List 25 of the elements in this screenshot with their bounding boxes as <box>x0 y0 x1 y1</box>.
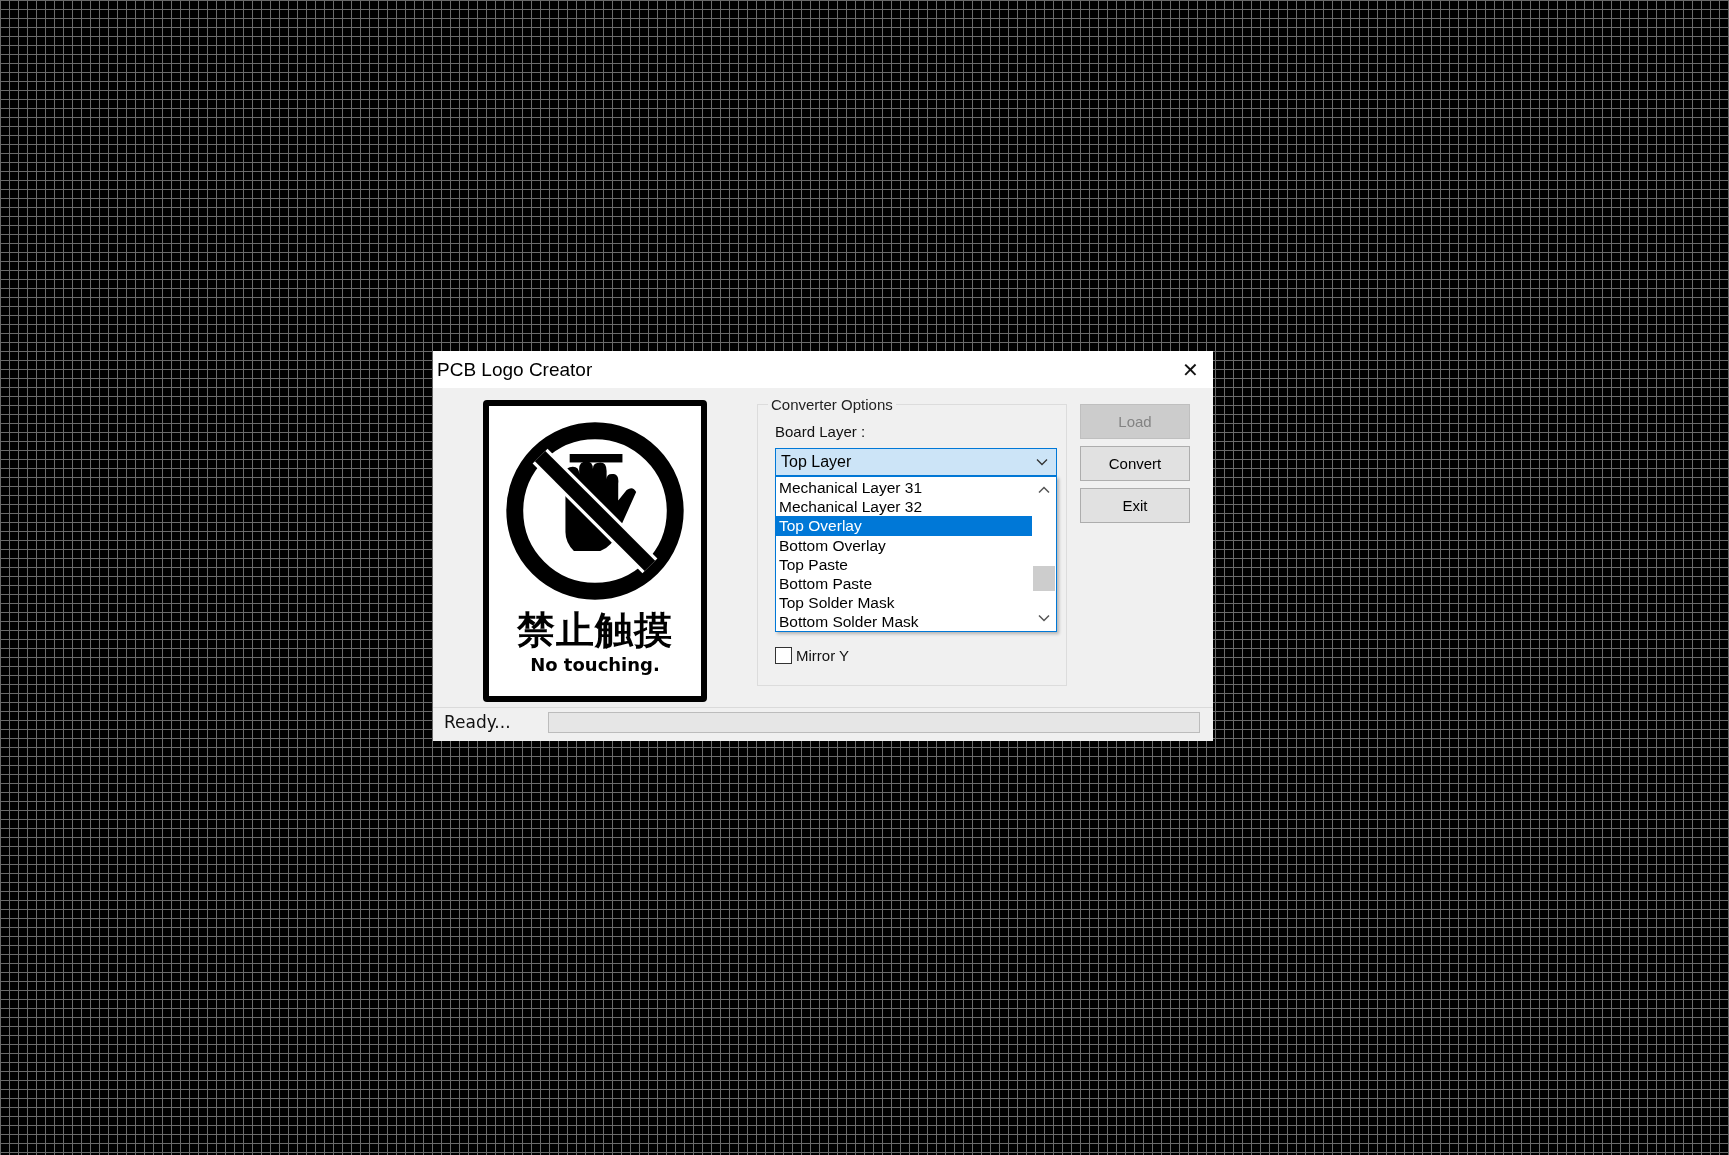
window-title: PCB Logo Creator <box>436 358 593 381</box>
scrollbar[interactable] <box>1032 477 1056 631</box>
checkbox[interactable] <box>775 647 792 664</box>
scrollbar-thumb[interactable] <box>1033 566 1055 591</box>
dropdown-option[interactable]: Bottom Paste <box>776 573 1032 594</box>
scroll-down-icon[interactable] <box>1038 614 1050 622</box>
dropdown-option[interactable]: Bottom Overlay <box>776 535 1032 555</box>
scroll-up-icon[interactable] <box>1038 486 1050 494</box>
dropdown-option[interactable]: Bottom Solder Mask <box>776 612 1032 632</box>
close-button[interactable]: ✕ <box>1167 351 1213 388</box>
dropdown-option[interactable]: Top Solder Mask <box>776 593 1032 613</box>
field-label: Board Layer : <box>775 423 867 440</box>
status-text: Ready... <box>443 712 512 732</box>
checkbox-label: Mirror Y <box>796 647 850 664</box>
dropdown-option[interactable]: Mechanical Layer 32 <box>776 497 1032 517</box>
dropdown-option[interactable]: Mechanical Layer 31 <box>776 478 1032 498</box>
sign-caption: No touching. <box>530 653 660 675</box>
dialog-button[interactable]: Convert <box>1080 446 1190 481</box>
chevron-down-icon <box>1036 458 1048 466</box>
layer-dropdown[interactable]: Top Layer <box>775 448 1057 476</box>
group-title: Converter Options <box>770 396 894 413</box>
dropdown-option[interactable]: Top Paste <box>776 554 1032 574</box>
dialog-button[interactable]: Exit <box>1080 488 1190 523</box>
sign-title: 禁止触摸 <box>517 610 673 652</box>
dropdown-option[interactable]: Top Overlay <box>776 516 1032 536</box>
